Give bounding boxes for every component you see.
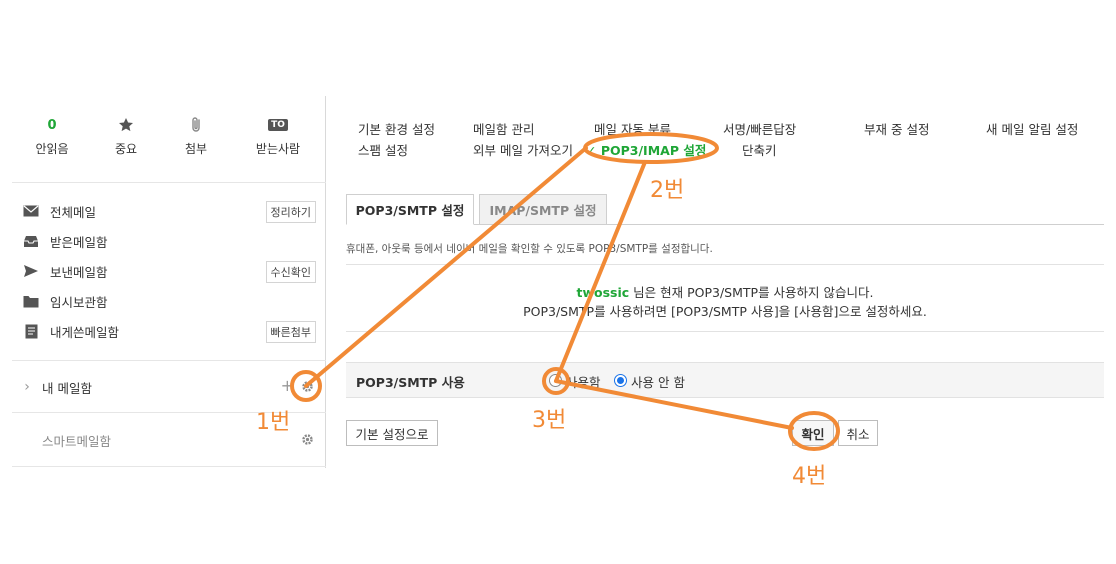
- annotation-overlay: [290, 132, 840, 451]
- annotation-ellipse-4: [788, 411, 840, 451]
- annotation-step-3: 3번: [532, 408, 567, 433]
- annotation-ellipse-2: [583, 132, 719, 164]
- annotation-line-1: [304, 146, 588, 388]
- annotation-step-1: 1번: [256, 410, 291, 435]
- annotation-line-3: [554, 379, 794, 430]
- annotation-line-2: [554, 160, 647, 383]
- annotation-step-2: 2번: [650, 178, 685, 203]
- annotation-step-4: 4번: [792, 464, 827, 489]
